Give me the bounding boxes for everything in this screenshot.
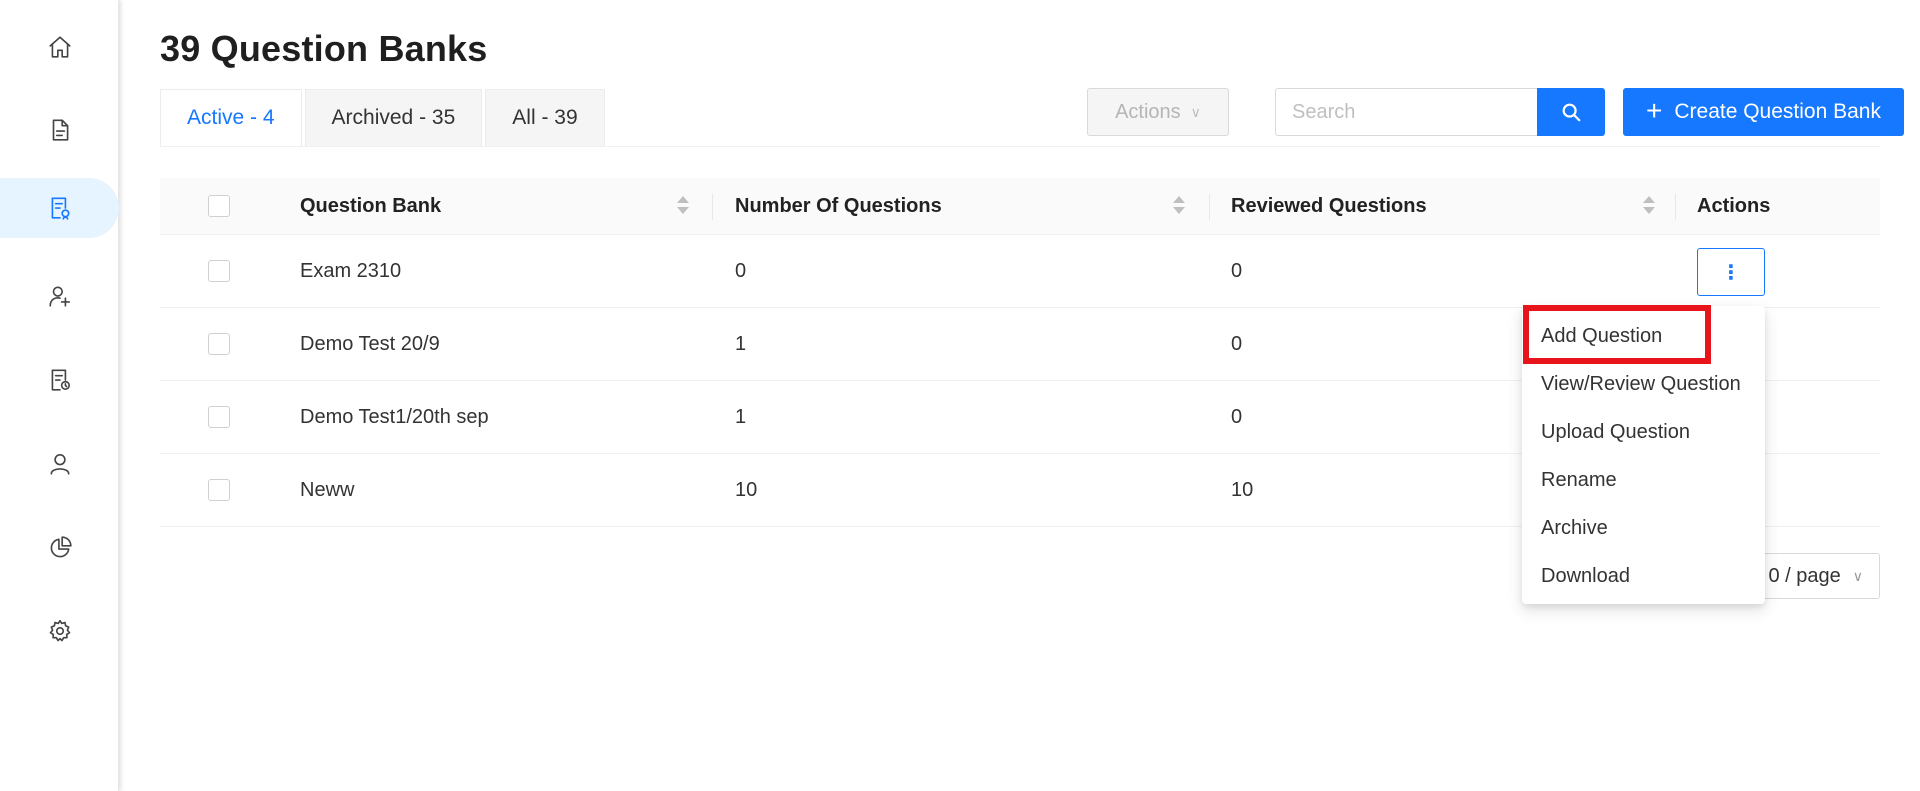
- question-bank-name: Neww: [300, 479, 355, 501]
- create-question-bank-label: Create Question Bank: [1674, 100, 1881, 123]
- question-bank-name: Demo Test1/20th sep: [300, 406, 489, 428]
- user-icon: [50, 453, 69, 475]
- menu-item-archive[interactable]: Archive: [1522, 504, 1765, 552]
- sort-icon[interactable]: [677, 196, 689, 218]
- page-title: 39 Question Banks: [160, 28, 488, 69]
- table-row: Exam 2310 0 0 ⋮: [160, 235, 1880, 308]
- column-actions: Actions: [1697, 195, 1771, 217]
- nav-reports[interactable]: [0, 350, 119, 410]
- sidebar: [0, 0, 119, 791]
- settings-icon: [49, 619, 70, 642]
- nav-analytics[interactable]: [0, 518, 119, 578]
- search-icon: [1562, 103, 1581, 122]
- reviewed-questions: 0: [1231, 333, 1243, 355]
- number-of-questions: 1: [735, 333, 747, 355]
- tab-all[interactable]: All - 39: [485, 89, 605, 147]
- user-add-icon: [48, 286, 70, 307]
- table-header: Question Bank Number Of Questions Review…: [160, 178, 1880, 235]
- reviewed-questions: 10: [1231, 479, 1254, 501]
- menu-item-add-question[interactable]: Add Question: [1522, 312, 1765, 360]
- column-number-of-questions[interactable]: Number Of Questions: [735, 178, 942, 235]
- nav-settings[interactable]: [0, 601, 119, 661]
- row-checkbox[interactable]: [208, 479, 230, 501]
- tabs-divider: [160, 146, 1880, 147]
- select-all-checkbox[interactable]: [208, 195, 230, 217]
- nav-question-banks[interactable]: [0, 178, 119, 238]
- sort-icon[interactable]: [1643, 196, 1655, 218]
- number-of-questions: 10: [735, 479, 758, 501]
- column-divider: [1675, 194, 1676, 220]
- document-icon: [52, 119, 68, 141]
- row-actions-button[interactable]: ⋮: [1697, 248, 1765, 296]
- row-checkbox[interactable]: [208, 406, 230, 428]
- plus-icon: +: [1646, 94, 1663, 126]
- nav-profile[interactable]: [0, 434, 119, 494]
- question-bank-icon: [51, 197, 69, 220]
- question-bank-name: Exam 2310: [300, 260, 402, 282]
- number-of-questions: 0: [735, 260, 747, 282]
- question-bank-name: Demo Test 20/9: [300, 333, 440, 355]
- sort-icon[interactable]: [1173, 196, 1185, 218]
- bulk-actions-label: Actions: [1115, 100, 1181, 123]
- bulk-actions-button[interactable]: Actions ∨: [1087, 88, 1229, 136]
- menu-item-upload-question[interactable]: Upload Question: [1522, 408, 1765, 456]
- home-icon: [48, 36, 71, 58]
- report-icon: [51, 369, 70, 391]
- row-checkbox[interactable]: [208, 260, 230, 282]
- search-input[interactable]: [1275, 88, 1537, 136]
- create-question-bank-button[interactable]: + Create Question Bank: [1623, 88, 1904, 136]
- column-divider: [712, 194, 713, 220]
- number-of-questions: 1: [735, 406, 747, 428]
- row-checkbox[interactable]: [208, 333, 230, 355]
- column-divider: [1209, 194, 1210, 220]
- chevron-down-icon: ∨: [1852, 567, 1863, 584]
- column-question-bank[interactable]: Question Bank: [300, 178, 441, 235]
- more-vertical-icon: ⋮: [1721, 261, 1741, 284]
- chevron-down-icon: ∨: [1190, 103, 1201, 120]
- status-tabs: Active - 4 Archived - 35 All - 39: [160, 89, 608, 147]
- search-button[interactable]: [1537, 88, 1605, 136]
- page-size-value: 0 / page: [1768, 564, 1841, 587]
- menu-item-view-review-question[interactable]: View/Review Question: [1522, 360, 1765, 408]
- nav-home[interactable]: [0, 17, 119, 77]
- reviewed-questions: 0: [1231, 260, 1243, 282]
- column-reviewed-questions[interactable]: Reviewed Questions: [1231, 178, 1427, 235]
- menu-item-download[interactable]: Download: [1522, 552, 1765, 600]
- reviewed-questions: 0: [1231, 406, 1243, 428]
- menu-item-rename[interactable]: Rename: [1522, 456, 1765, 504]
- tab-archived[interactable]: Archived - 35: [304, 89, 483, 147]
- pie-chart-icon: [50, 536, 72, 558]
- row-actions-menu: Add Question View/Review Question Upload…: [1522, 306, 1765, 604]
- tab-active[interactable]: Active - 4: [160, 89, 302, 147]
- nav-add-user[interactable]: [0, 266, 119, 326]
- nav-documents[interactable]: [0, 100, 119, 160]
